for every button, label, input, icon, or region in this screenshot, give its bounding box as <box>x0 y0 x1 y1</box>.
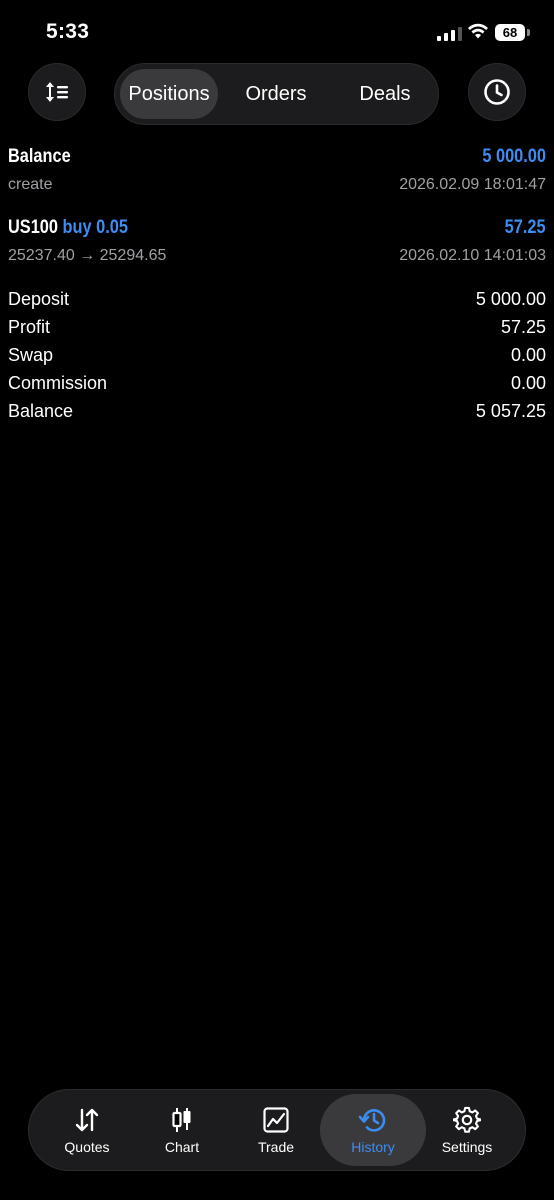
sort-icon <box>46 82 68 102</box>
entry-comment: create <box>8 176 53 193</box>
tab-history[interactable]: History <box>320 1094 426 1166</box>
entry-trade-type: buy 0.05 <box>62 217 128 238</box>
entry-value: 5 000.00 <box>482 146 546 167</box>
entry-symbol: US100 <box>8 217 58 238</box>
battery-indicator: 68 <box>495 24 525 41</box>
summary-label: Swap <box>8 345 54 365</box>
history-icon <box>358 1109 386 1132</box>
entry-value: 57.25 <box>505 217 546 238</box>
tab-label: Trade <box>257 1139 295 1155</box>
battery-tip <box>527 29 530 36</box>
period-button[interactable] <box>468 63 526 121</box>
summary-value: 5 000.00 <box>475 289 546 309</box>
cellular-signal-icon <box>437 26 462 41</box>
view-segmented-control: Positions Orders Deals <box>114 63 439 125</box>
summary-row-commission: Commission 0.00 <box>8 373 546 401</box>
tab-settings[interactable]: Settings <box>419 1094 515 1166</box>
entry-time: 2026.02.10 14:01:03 <box>399 247 546 264</box>
status-time: 5:33 <box>46 20 90 43</box>
tab-quotes[interactable]: Quotes <box>39 1094 135 1166</box>
tab-label: Chart <box>164 1139 200 1155</box>
candlestick-icon <box>172 1108 191 1132</box>
summary-value: 5 057.25 <box>475 401 546 421</box>
tab-label: History <box>351 1139 395 1155</box>
gear-icon <box>453 1106 481 1133</box>
summary-label: Balance <box>8 401 74 421</box>
tab-trade[interactable]: Trade <box>228 1094 324 1166</box>
tab-orders[interactable]: Orders <box>227 69 325 119</box>
summary-value: 0.00 <box>510 373 546 393</box>
summary-value: 57.25 <box>500 317 546 337</box>
summary-label: Profit <box>8 317 51 337</box>
history-entry-us100[interactable]: US100 buy 0.05 57.25 25237.40 → 25294.65… <box>8 217 546 275</box>
tab-chart[interactable]: Chart <box>134 1094 230 1166</box>
entry-title: Balance <box>8 146 71 167</box>
summary-row-balance: Balance 5 057.25 <box>8 401 546 429</box>
tab-label: Quotes <box>64 1139 110 1155</box>
summary-row-deposit: Deposit 5 000.00 <box>8 289 546 317</box>
status-bar: 5:33 68 <box>0 0 554 66</box>
summary-value: 0.00 <box>510 345 546 365</box>
tab-positions[interactable]: Positions <box>120 69 218 119</box>
entry-prices: 25237.40 → 25294.65 <box>8 247 167 264</box>
entry-title: US100 buy 0.05 <box>8 217 128 239</box>
top-bar: Positions Orders Deals <box>0 63 554 127</box>
line-chart-icon <box>263 1107 289 1133</box>
sort-button[interactable] <box>28 63 86 121</box>
summary-row-swap: Swap 0.00 <box>8 345 546 373</box>
wifi-icon <box>468 23 488 39</box>
summary-label: Deposit <box>8 289 70 309</box>
clock-icon <box>484 79 510 105</box>
summary-row-profit: Profit 57.25 <box>8 317 546 345</box>
tab-label: Settings <box>441 1139 493 1155</box>
tab-deals[interactable]: Deals <box>336 69 434 119</box>
bottom-tab-bar: Quotes Chart Trade History Settings <box>28 1089 526 1171</box>
entry-time: 2026.02.09 18:01:47 <box>399 176 546 193</box>
summary-label: Commission <box>8 373 108 393</box>
history-entry-balance[interactable]: Balance 5 000.00 create 2026.02.09 18:01… <box>8 146 546 204</box>
arrows-updown-icon <box>75 1108 99 1132</box>
